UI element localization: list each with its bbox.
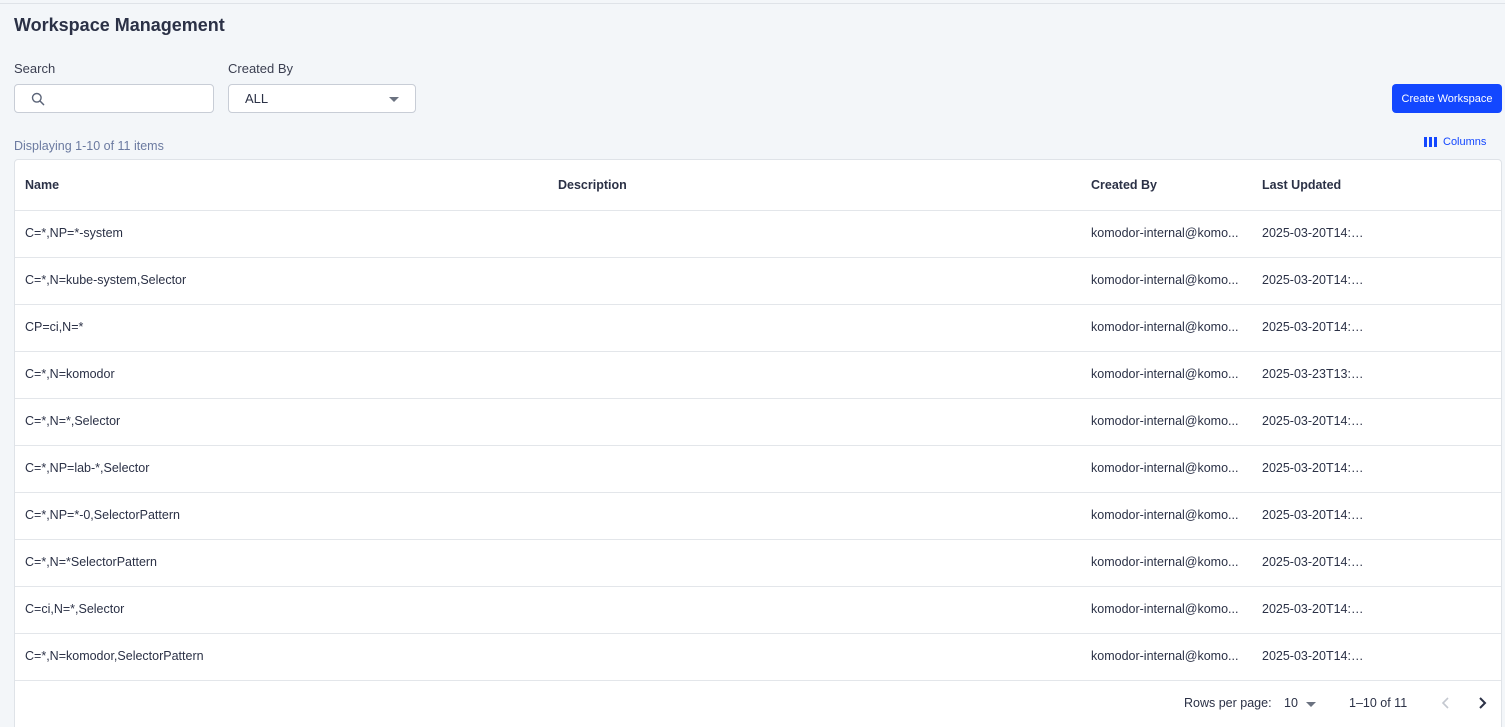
chevron-right-icon [1479,697,1487,709]
columns-label: Columns [1443,136,1487,148]
column-header-name[interactable]: Name [25,178,59,192]
cell-name: C=*,N=*,Selector [25,414,121,428]
cell-last-updated: 2025-03-20T14:1... [1262,226,1368,240]
cell-created-by: komodor-internal@komo... [1091,602,1239,616]
cell-last-updated: 2025-03-20T14:1... [1262,508,1368,522]
cell-created-by: komodor-internal@komo... [1091,226,1239,240]
cell-last-updated: 2025-03-20T14:1... [1262,414,1368,428]
search-label: Search [14,61,56,76]
cell-created-by: komodor-internal@komo... [1091,320,1239,334]
search-input[interactable] [53,89,203,109]
cell-name: C=*,NP=*-0,SelectorPattern [25,508,180,522]
cell-created-by: komodor-internal@komo... [1091,555,1239,569]
rows-per-page-select[interactable]: 10 [1284,693,1324,713]
workspaces-table: Name Description Created By Last Updated… [14,159,1502,727]
rows-per-page-value: 10 [1284,696,1298,710]
top-divider [0,3,1505,4]
search-field[interactable] [14,84,214,113]
column-header-description[interactable]: Description [558,178,627,192]
table-row[interactable]: C=ci,N=*,Selector komodor-internal@komo.… [15,587,1501,634]
table-header: Name Description Created By Last Updated [15,160,1501,211]
cell-name: C=*,NP=lab-*,Selector [25,461,150,475]
table-row[interactable]: CP=ci,N=* komodor-internal@komo... 2025-… [15,305,1501,352]
cell-last-updated: 2025-03-20T14:1... [1262,320,1368,334]
chevron-down-icon [389,97,399,102]
cell-last-updated: 2025-03-20T14:1... [1262,273,1368,287]
column-header-last-updated[interactable]: Last Updated [1262,178,1341,192]
table-row[interactable]: C=*,NP=*-0,SelectorPattern komodor-inter… [15,493,1501,540]
table-row[interactable]: C=*,N=*SelectorPattern komodor-internal@… [15,540,1501,587]
cell-name: CP=ci,N=* [25,320,84,334]
table-row[interactable]: C=*,NP=*-system komodor-internal@komo...… [15,211,1501,258]
rows-per-page-label: Rows per page: [1184,696,1272,710]
cell-name: C=*,N=komodor,SelectorPattern [25,649,204,663]
columns-icon [1424,137,1437,147]
table-row[interactable]: C=*,N=kube-system,Selector komodor-inter… [15,258,1501,305]
chevron-left-icon [1441,697,1449,709]
cell-created-by: komodor-internal@komo... [1091,414,1239,428]
cell-name: C=ci,N=*,Selector [25,602,125,616]
items-count-text: Displaying 1-10 of 11 items [14,139,164,153]
chevron-down-icon [1306,702,1316,707]
cell-created-by: komodor-internal@komo... [1091,273,1239,287]
cell-created-by: komodor-internal@komo... [1091,367,1239,381]
table-row[interactable]: C=*,N=*,Selector komodor-internal@komo..… [15,399,1501,446]
table-row[interactable]: C=*,NP=lab-*,Selector komodor-internal@k… [15,446,1501,493]
cell-last-updated: 2025-03-20T14:2... [1262,602,1368,616]
cell-last-updated: 2025-03-20T14:1... [1262,555,1368,569]
table-row[interactable]: C=*,N=komodor komodor-internal@komo... 2… [15,352,1501,399]
cell-name: C=*,NP=*-system [25,226,123,240]
cell-last-updated: 2025-03-20T14:1... [1262,461,1368,475]
created-by-label: Created By [228,61,294,76]
previous-page-button[interactable] [1436,693,1456,713]
created-by-select[interactable]: ALL [228,84,416,113]
cell-last-updated: 2025-03-23T13:5... [1262,367,1368,381]
next-page-button[interactable] [1472,693,1492,713]
columns-button[interactable]: Columns [1424,134,1486,150]
cell-name: C=*,N=kube-system,Selector [25,273,187,287]
cell-created-by: komodor-internal@komo... [1091,508,1239,522]
cell-created-by: komodor-internal@komo... [1091,649,1239,663]
page-title: Workspace Management [14,15,225,35]
table-row[interactable]: C=*,N=komodor,SelectorPattern komodor-in… [15,634,1501,681]
cell-name: C=*,N=*SelectorPattern [25,555,158,569]
page-range: 1–10 of 11 [1349,696,1408,710]
create-workspace-button[interactable]: Create Workspace [1392,84,1502,113]
cell-name: C=*,N=komodor [25,367,115,381]
pagination: Rows per page: 10 1–10 of 11 [15,681,1501,725]
cell-created-by: komodor-internal@komo... [1091,461,1239,475]
cell-last-updated: 2025-03-20T14:2... [1262,649,1368,663]
column-header-created-by[interactable]: Created By [1091,178,1157,192]
created-by-value: ALL [245,91,269,106]
search-icon [31,92,45,106]
